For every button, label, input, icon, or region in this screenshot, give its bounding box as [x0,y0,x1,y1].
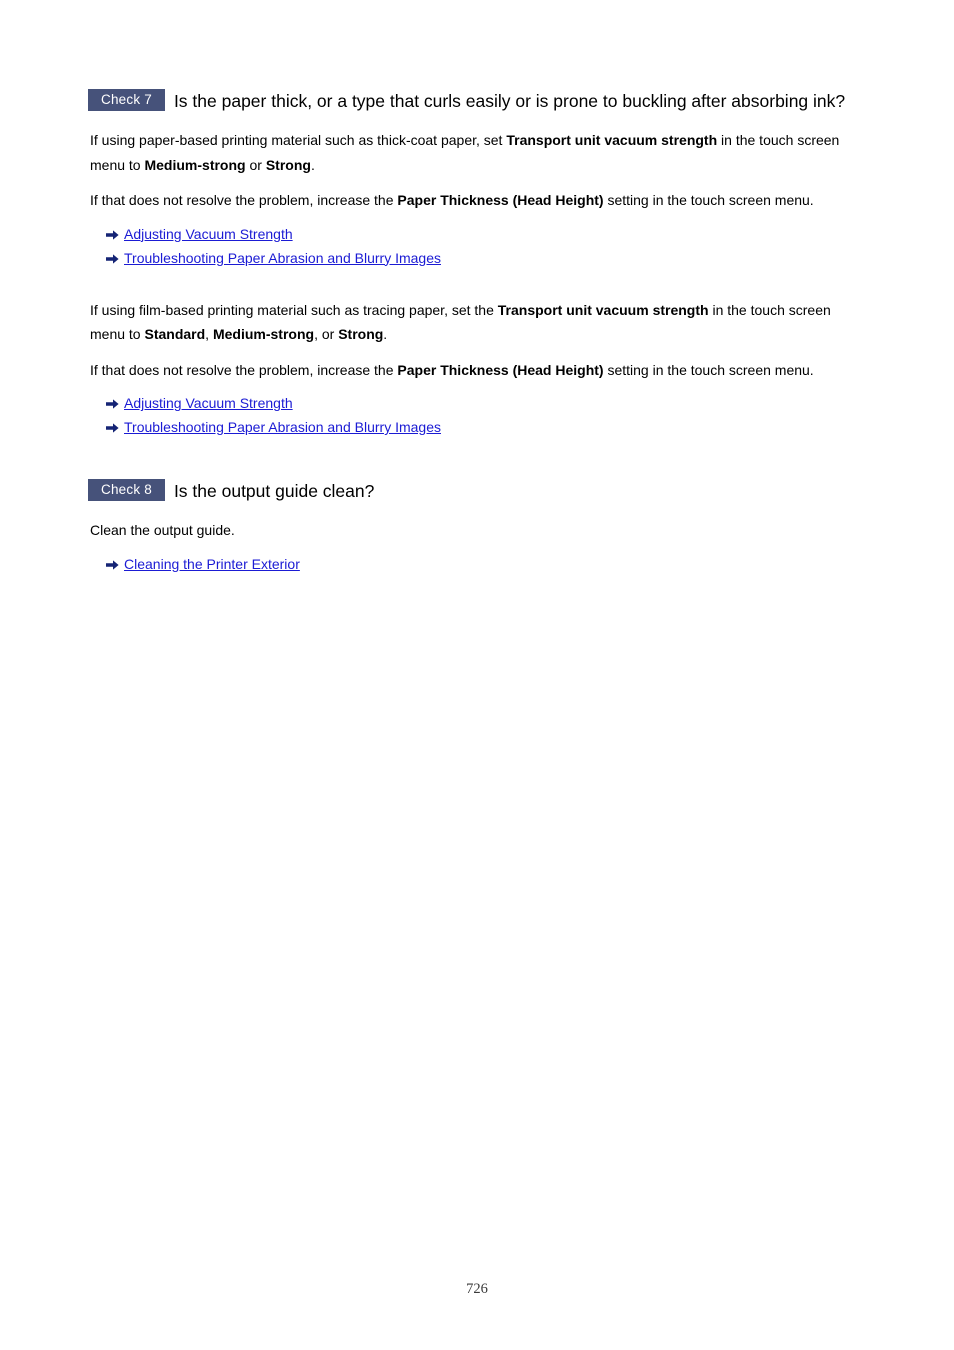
emphasis-text: Standard [144,326,206,342]
check-8-link-list: Cleaning the Printer Exterior [88,555,860,574]
emphasis-text: Transport unit vacuum strength [506,132,718,148]
emphasis-text: Strong [338,326,384,342]
arrow-right-icon [106,225,124,240]
body-text: , or [314,326,339,342]
check-8-title: Is the output guide clean? [173,481,375,501]
check-7-paragraph-3: If using film-based printing material su… [90,298,860,347]
body-text: If that does not resolve the problem, in… [90,192,398,208]
body-text: Clean the output guide. [90,522,235,538]
emphasis-text: Paper Thickness (Head Height) [397,361,604,378]
link-list-item: Troubleshooting Paper Abrasion and Blurr… [106,249,860,268]
arrow-right-icon [106,249,124,264]
body-text: setting in the touch screen menu. [603,361,814,378]
check-7-heading: Check 7 Is the paper thick, or a type tha… [88,86,860,117]
doc-link[interactable]: Adjusting Vacuum Strength [124,225,293,244]
link-list-item: Adjusting Vacuum Strength [106,225,860,244]
doc-link[interactable]: Troubleshooting Paper Abrasion and Blurr… [124,249,441,268]
check-8-paragraph-1: Clean the output guide. [90,518,860,543]
check-7-title: Is the paper thick, or a type that curls… [173,91,846,111]
check-7-paragraph-2: If that does not resolve the problem, in… [90,188,860,213]
check-section-7: Check 7 Is the paper thick, or a type tha… [88,86,860,117]
body-text: , [205,326,213,342]
check-7-link-list-2: Adjusting Vacuum Strength Troubleshooting… [88,394,860,437]
check-7-paragraph-1: If using paper-based printing material s… [90,128,860,177]
check-7-badge: Check 7 [88,89,165,111]
body-text: If using paper-based printing material s… [90,132,507,148]
emphasis-text: Strong [265,156,311,173]
link-list-item: Troubleshooting Paper Abrasion and Blurr… [106,418,860,437]
arrow-right-icon [106,418,124,433]
body-text: . [383,326,388,342]
check-8-badge: Check 8 [88,479,165,501]
page-content: Check 7 Is the paper thick, or a type tha… [88,86,860,579]
emphasis-text: Medium-strong [144,156,246,173]
arrow-right-icon [106,555,124,570]
emphasis-text: Paper Thickness (Head Height) [397,192,604,208]
link-list-item: Adjusting Vacuum Strength [106,394,860,413]
body-text: . [310,156,315,173]
check-8-heading: Check 8 Is the output guide clean? [88,476,860,507]
emphasis-text: Medium-strong [212,326,315,342]
body-text: If that does not resolve the problem, in… [90,361,398,378]
document-page: Check 7 Is the paper thick, or a type tha… [0,0,954,1350]
check-section-8: Check 8 Is the output guide clean? [88,476,860,507]
doc-link[interactable]: Cleaning the Printer Exterior [124,555,300,574]
body-text: If using film-based printing material su… [90,301,498,318]
body-text: setting in the touch screen menu. [603,192,814,208]
page-number: 726 [466,1281,488,1297]
arrow-right-icon [106,394,124,409]
doc-link[interactable]: Adjusting Vacuum Strength [124,394,293,413]
emphasis-text: Transport unit vacuum strength [497,301,709,318]
link-list-item: Cleaning the Printer Exterior [106,555,860,574]
check-7-paragraph-4: If that does not resolve the problem, in… [90,358,860,383]
body-text: or [245,156,266,173]
check-7-link-list-1: Adjusting Vacuum Strength Troubleshooting… [88,225,860,268]
doc-link[interactable]: Troubleshooting Paper Abrasion and Blurr… [124,418,441,437]
